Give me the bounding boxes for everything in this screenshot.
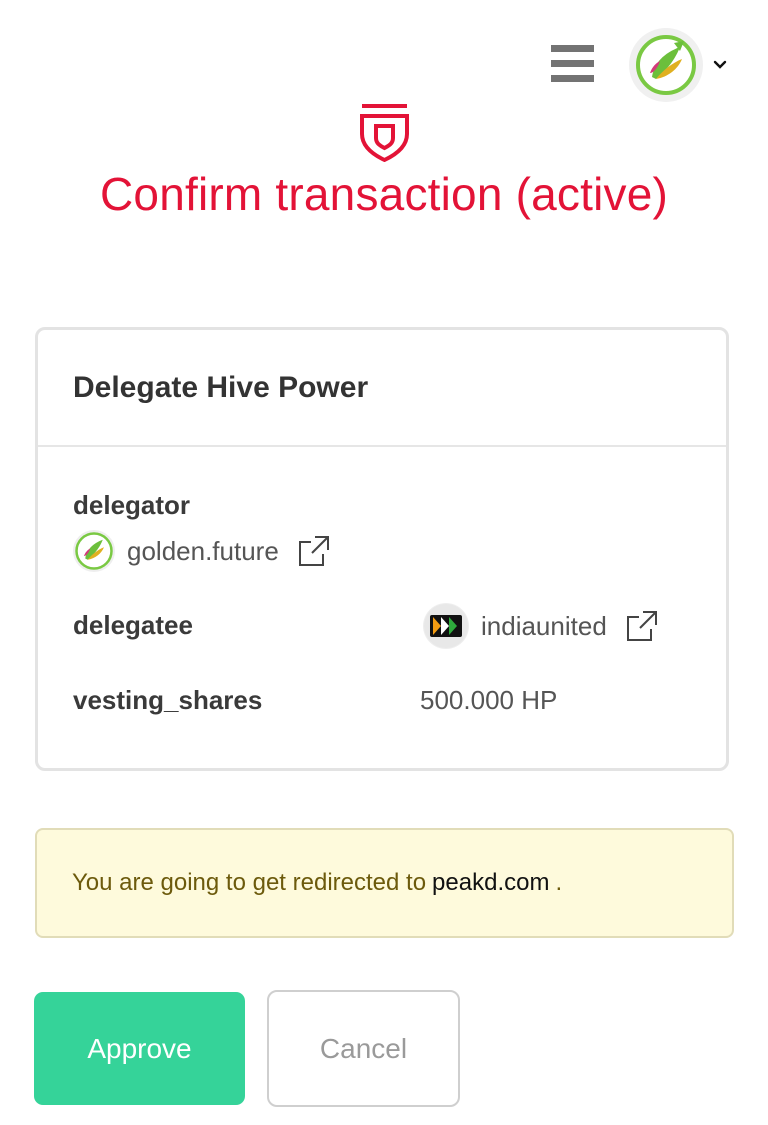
operation-title: Delegate Hive Power	[38, 330, 726, 447]
hamburger-menu-icon[interactable]	[551, 45, 594, 83]
field-label-vesting-shares: vesting_shares	[73, 685, 263, 715]
field-value-delegator: golden.future	[73, 530, 331, 572]
notice-domain: peakd.com	[432, 869, 550, 896]
external-link-icon[interactable]	[297, 534, 331, 568]
shield-icon	[360, 104, 409, 162]
approve-button[interactable]: Approve	[34, 992, 245, 1105]
chevron-down-icon[interactable]	[713, 58, 727, 72]
field-value-delegatee: indiaunited	[423, 603, 659, 649]
notice-text: You are going to get redirected to	[72, 869, 427, 896]
field-label-delegatee: delegatee	[73, 610, 193, 640]
operation-card: Delegate Hive Power delegator golden.fut…	[35, 327, 729, 771]
delegator-avatar	[73, 530, 115, 572]
notice-suffix: .	[555, 869, 563, 896]
redirect-notice: You are going to get redirected to peakd…	[35, 828, 734, 938]
external-link-icon[interactable]	[625, 609, 659, 643]
cancel-button[interactable]: Cancel	[267, 990, 460, 1107]
delegatee-name: indiaunited	[481, 610, 607, 641]
delegatee-avatar	[423, 603, 469, 649]
user-avatar	[629, 28, 703, 102]
page-title: Confirm transaction (active)	[100, 168, 668, 220]
field-label-delegator: delegator	[73, 490, 191, 520]
field-value-vesting-shares: 500.000 HP	[420, 685, 558, 715]
account-switcher[interactable]	[629, 28, 727, 102]
delegator-name: golden.future	[127, 535, 279, 566]
